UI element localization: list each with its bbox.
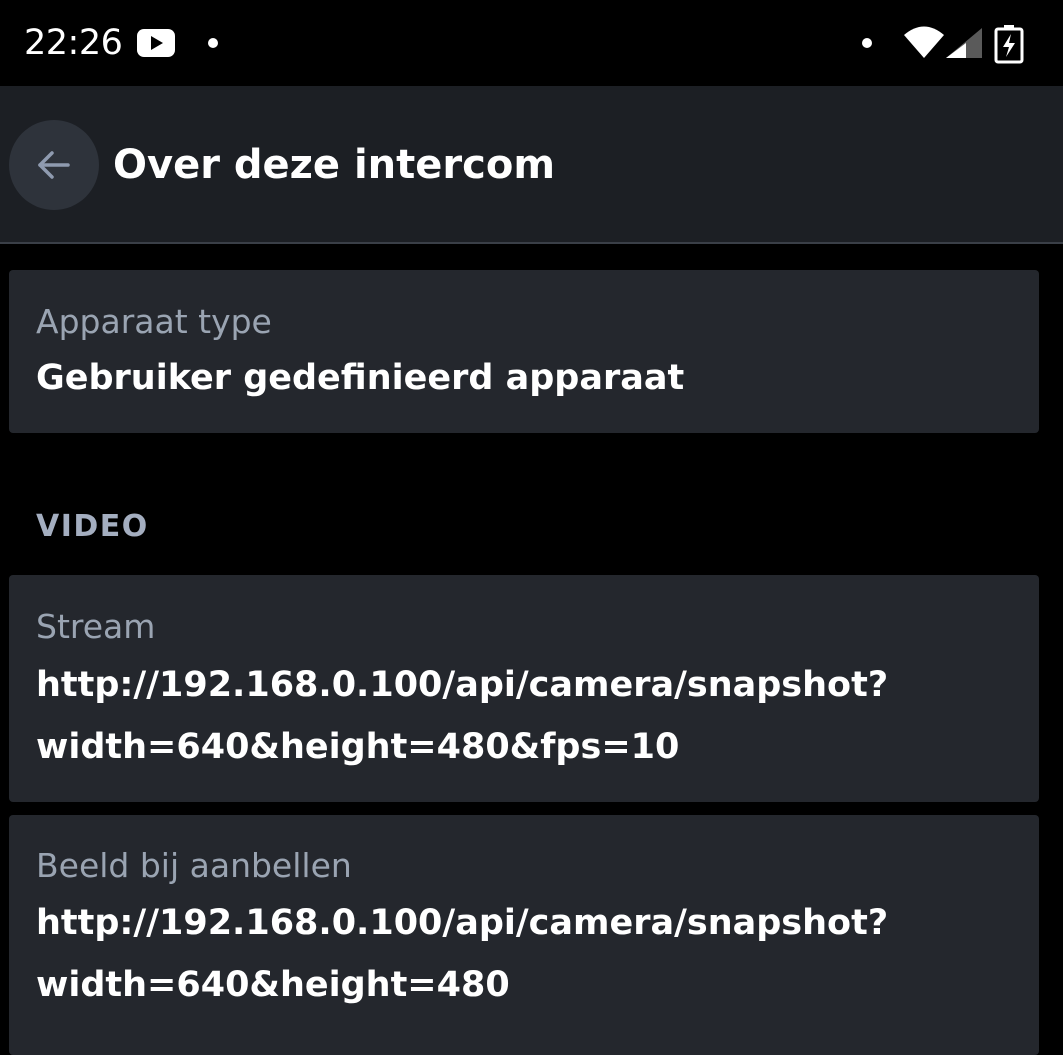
- notification-dot: [208, 38, 218, 48]
- page-title: Over deze intercom: [113, 142, 555, 188]
- ring-image-url-line1: http://192.168.0.100/api/camera/snapshot…: [36, 903, 889, 943]
- stream-card: Stream http://192.168.0.100/api/camera/s…: [9, 575, 1039, 802]
- ring-image-url-line2: width=640&height=480: [36, 965, 510, 1005]
- device-type-label: Apparaat type: [36, 302, 272, 341]
- wifi-icon: [904, 26, 944, 58]
- app-bar: Over deze intercom: [0, 86, 1063, 244]
- cell-signal-icon: [946, 28, 982, 58]
- battery-charging-icon: [994, 25, 1024, 64]
- ring-image-label: Beeld bij aanbellen: [36, 846, 352, 885]
- device-type-card: Apparaat type Gebruiker gedefinieerd app…: [9, 270, 1039, 433]
- stream-label: Stream: [36, 607, 156, 646]
- youtube-icon: [137, 29, 175, 57]
- section-header-video: VIDEO: [36, 509, 149, 544]
- arrow-left-icon: [38, 151, 70, 179]
- back-button[interactable]: [9, 120, 99, 210]
- stream-url-line2: width=640&height=480&fps=10: [36, 727, 680, 767]
- notification-dot: [862, 38, 872, 48]
- status-time: 22:26: [24, 23, 123, 63]
- device-type-value: Gebruiker gedefinieerd apparaat: [36, 358, 685, 398]
- stream-url-line1: http://192.168.0.100/api/camera/snapshot…: [36, 665, 889, 705]
- ring-image-card: Beeld bij aanbellen http://192.168.0.100…: [9, 815, 1039, 1055]
- status-bar: 22:26: [0, 0, 1063, 86]
